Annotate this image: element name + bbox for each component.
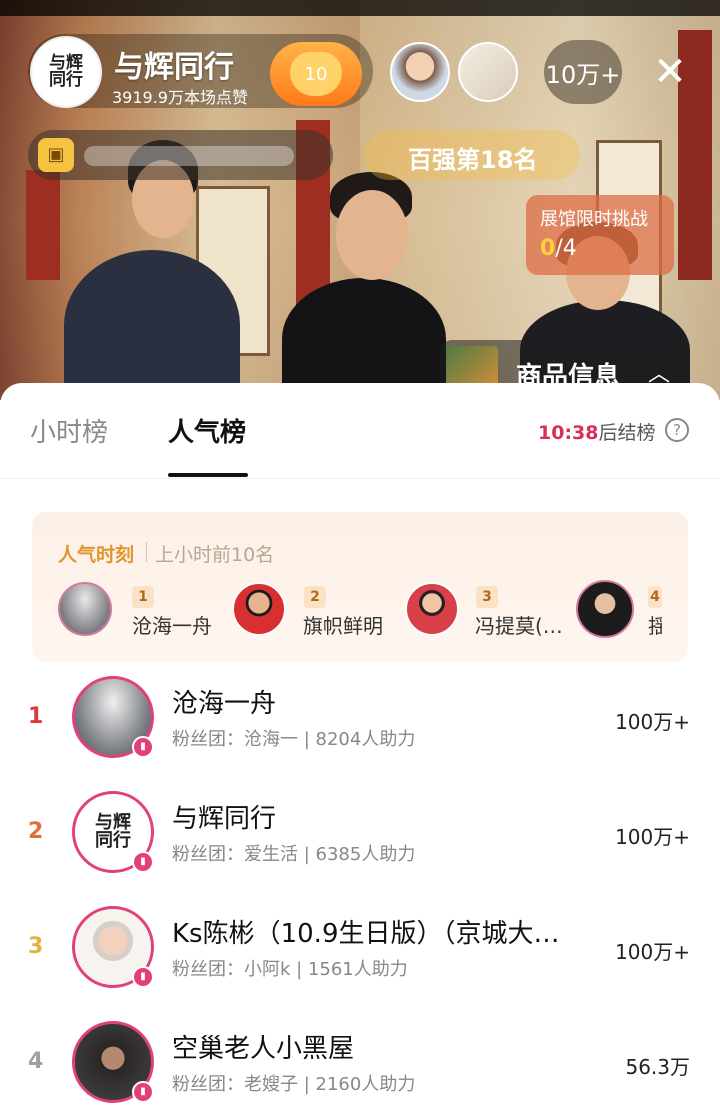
row-name[interactable]: 空巢老人小黑屋 [172, 1028, 354, 1065]
goods-thumbnail [446, 346, 498, 386]
heart-icon: 10 [290, 52, 342, 96]
moment-rank: 1 [132, 586, 154, 608]
live-badge-icon: ▮ [132, 851, 154, 873]
row-score: 100万+ [615, 940, 690, 964]
moment-name[interactable]: 旗帜鲜明 [303, 610, 383, 639]
row-name[interactable]: 沧海一舟 [172, 683, 276, 720]
viewer-avatar[interactable] [458, 42, 518, 102]
moment-name[interactable]: 冯提莫(… [475, 610, 563, 639]
close-icon[interactable]: ✕ [648, 50, 692, 94]
row-rank: 4 [28, 1049, 44, 1074]
row-name[interactable]: 与辉同行 [172, 798, 276, 835]
row-rank: 3 [28, 934, 44, 959]
row-name[interactable]: Ks陈彬（10.9生日版）（京城大… [172, 913, 560, 950]
person-center-body [282, 278, 446, 400]
person-left-body [64, 250, 240, 400]
tab-popular[interactable]: 人气榜 [168, 412, 246, 449]
moment-name[interactable]: 揺 [648, 610, 662, 639]
red-banner [26, 170, 60, 280]
hourly-rank[interactable]: 百强第18名 [408, 140, 537, 175]
tab-indicator [168, 473, 248, 477]
avatar[interactable] [58, 582, 112, 636]
blurred-text [84, 146, 294, 166]
host-avatar[interactable]: 与辉同行 [30, 36, 102, 108]
likes-count: 3919.9万本场点赞 [112, 88, 248, 107]
status-bar [0, 0, 720, 16]
divider [0, 478, 720, 479]
help-icon[interactable]: ? [665, 418, 689, 442]
moment-subtitle: 上小时前10名 [155, 544, 275, 566]
moment-rank: 4 [648, 586, 662, 608]
moment-title: 人气时刻 [58, 544, 135, 566]
viewer-count[interactable]: 10万+ [544, 40, 622, 104]
viewer-avatar[interactable] [390, 42, 450, 102]
moment-rank: 3 [476, 586, 498, 608]
row-rank: 1 [28, 704, 44, 729]
countdown: 10:38后结榜 [538, 422, 656, 444]
moment-name[interactable]: 沧海一舟 [132, 610, 212, 639]
row-fan-club: 粉丝团：爱生活 | 6385人助力 [172, 844, 416, 865]
avatar[interactable] [405, 582, 459, 636]
fan-club-button[interactable]: 10 [270, 42, 362, 106]
gift-icon: ▣ [38, 138, 74, 172]
row-score: 100万+ [615, 825, 690, 849]
row-fan-club: 粉丝团：老嫂子 | 2160人助力 [172, 1074, 416, 1095]
live-badge-icon: ▮ [132, 736, 154, 758]
divider [146, 542, 147, 562]
live-badge-icon: ▮ [132, 1081, 154, 1103]
avatar[interactable] [576, 580, 634, 638]
row-fan-club: 粉丝团：小阿k | 1561人助力 [172, 959, 408, 980]
row-score: 100万+ [615, 710, 690, 734]
tab-hourly[interactable]: 小时榜 [30, 412, 108, 449]
host-name[interactable]: 与辉同行 [114, 42, 234, 86]
avatar[interactable] [232, 582, 286, 636]
challenge-title: 展馆限时挑战 [540, 209, 648, 230]
row-fan-club: 粉丝团：沧海一 | 8204人助力 [172, 729, 416, 750]
row-rank: 2 [28, 819, 44, 844]
live-badge-icon: ▮ [132, 966, 154, 988]
person-center-head [336, 190, 408, 280]
row-score: 56.3万 [625, 1055, 690, 1079]
challenge-progress: 0/4 [540, 236, 577, 261]
moment-rank: 2 [304, 586, 326, 608]
